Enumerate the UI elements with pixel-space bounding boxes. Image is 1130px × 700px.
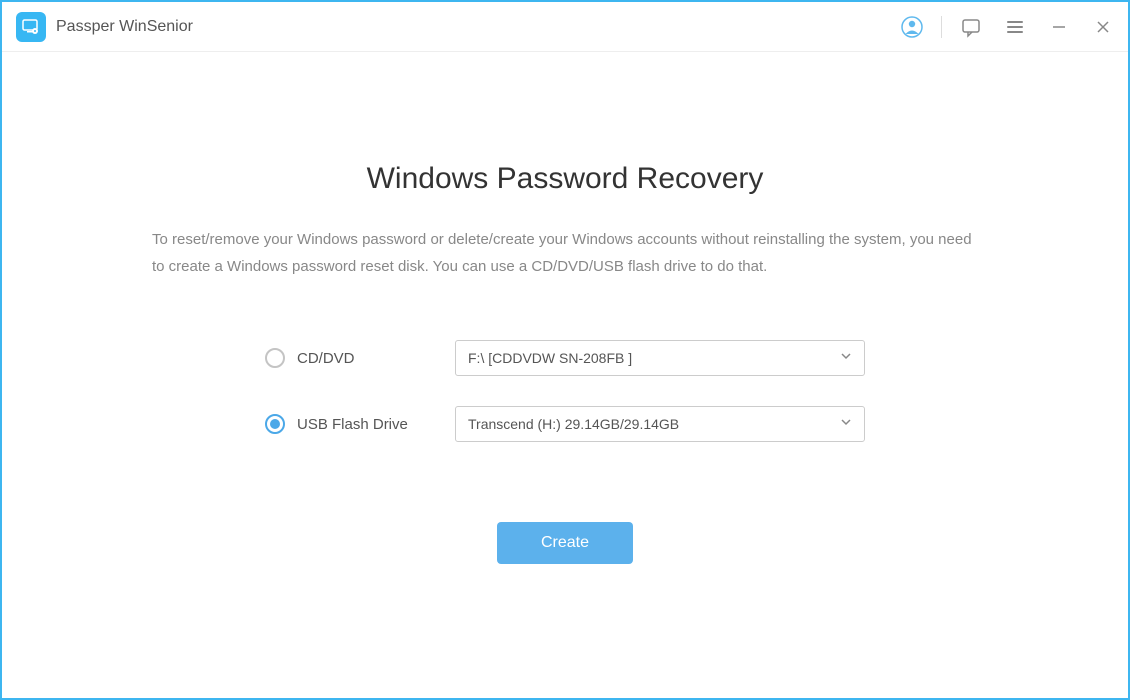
- titlebar-left: Passper WinSenior: [16, 12, 193, 42]
- monitor-key-icon: [21, 17, 41, 37]
- chevron-down-icon: [840, 415, 852, 433]
- description-text: To reset/remove your Windows password or…: [152, 226, 978, 280]
- titlebar-right: [897, 12, 1118, 42]
- minimize-button[interactable]: [1044, 12, 1074, 42]
- usb-radio-label: USB Flash Drive: [297, 416, 408, 433]
- usb-option-row: USB Flash Drive Transcend (H:) 29.14GB/2…: [265, 406, 865, 442]
- cd-radio-label: CD/DVD: [297, 350, 355, 367]
- cd-dropdown-value: F:\ [CDDVDW SN-208FB ]: [468, 350, 632, 366]
- user-icon[interactable]: [897, 12, 927, 42]
- menu-icon[interactable]: [1000, 12, 1030, 42]
- create-button[interactable]: Create: [497, 522, 633, 564]
- app-icon: [16, 12, 46, 42]
- cd-option-row: CD/DVD F:\ [CDDVDW SN-208FB ]: [265, 340, 865, 376]
- usb-radio-group[interactable]: USB Flash Drive: [265, 414, 435, 434]
- page-title: Windows Password Recovery: [152, 162, 978, 196]
- cd-dropdown[interactable]: F:\ [CDDVDW SN-208FB ]: [455, 340, 865, 376]
- close-button[interactable]: [1088, 12, 1118, 42]
- usb-dropdown-value: Transcend (H:) 29.14GB/29.14GB: [468, 416, 679, 432]
- cd-radio-group[interactable]: CD/DVD: [265, 348, 435, 368]
- usb-dropdown[interactable]: Transcend (H:) 29.14GB/29.14GB: [455, 406, 865, 442]
- chevron-down-icon: [840, 349, 852, 367]
- usb-radio[interactable]: [265, 414, 285, 434]
- app-title: Passper WinSenior: [56, 18, 193, 36]
- divider: [941, 16, 942, 38]
- cd-radio[interactable]: [265, 348, 285, 368]
- main-content: Windows Password Recovery To reset/remov…: [2, 52, 1128, 564]
- feedback-icon[interactable]: [956, 12, 986, 42]
- titlebar: Passper WinSenior: [2, 2, 1128, 52]
- disk-options: CD/DVD F:\ [CDDVDW SN-208FB ] USB Flash …: [152, 340, 978, 442]
